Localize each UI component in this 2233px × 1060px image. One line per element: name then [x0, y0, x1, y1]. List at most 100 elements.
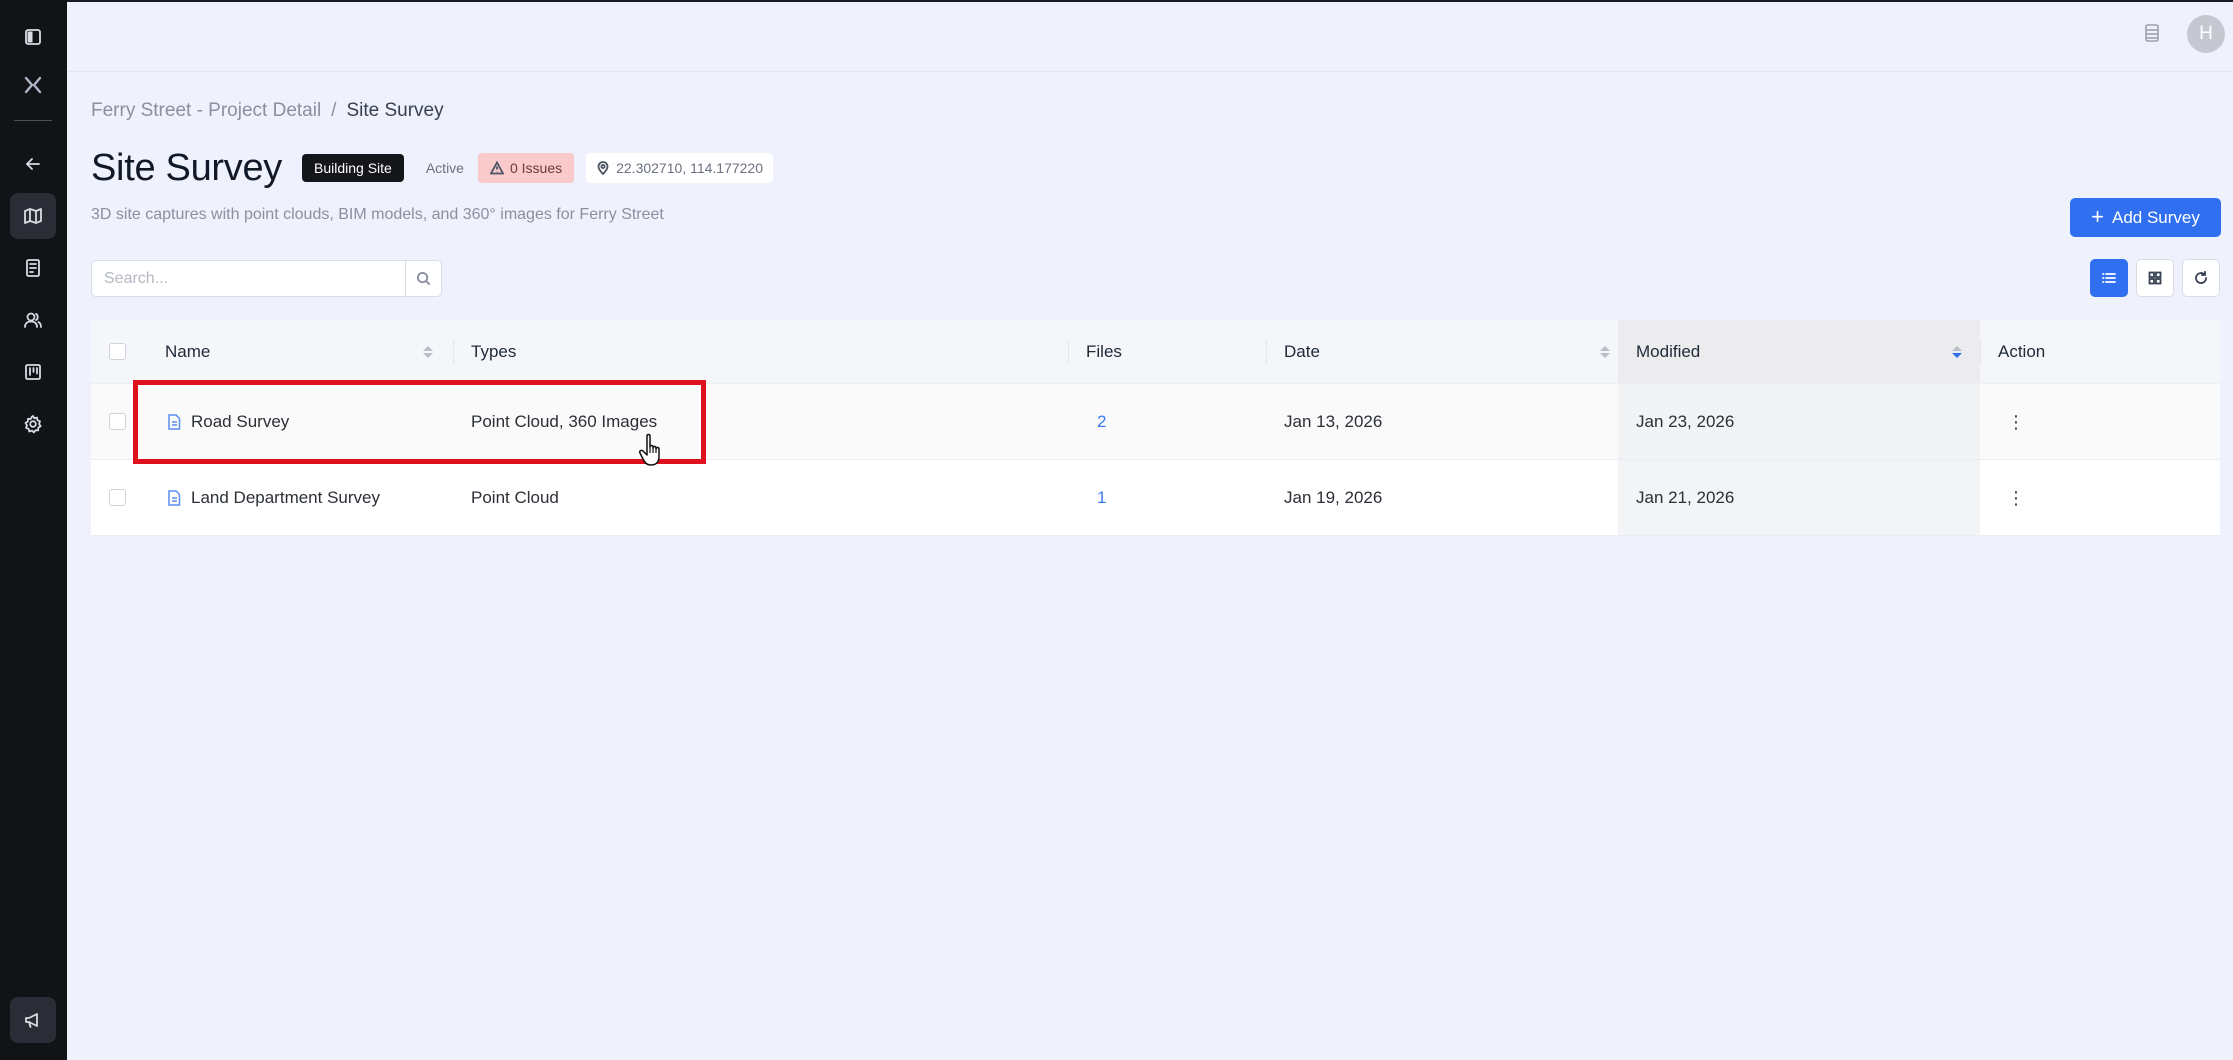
add-survey-button[interactable]: + Add Survey: [2070, 198, 2221, 237]
sidebar-item-board[interactable]: [10, 349, 56, 395]
back-arrow-icon: [26, 158, 40, 170]
row-types: Point Cloud: [471, 487, 559, 507]
row-types: Point Cloud, 360 Images: [471, 411, 658, 431]
column-header-date[interactable]: Date: [1284, 320, 1610, 383]
location-pin-icon: [597, 161, 609, 175]
sidebar-item-documents[interactable]: [10, 245, 56, 291]
refresh-button[interactable]: [2182, 259, 2220, 297]
grid-view-button[interactable]: [2136, 259, 2174, 297]
issues-count: 0 Issues: [509, 160, 563, 176]
page-title: Site Survey: [91, 146, 283, 189]
table-row[interactable]: Land Department Survey Point Cloud 1 Jan…: [91, 460, 2220, 536]
sidebar: [0, 0, 67, 1060]
search-icon: [416, 271, 431, 286]
row-files-cell: 2: [1097, 384, 1106, 459]
logo-icon: [24, 76, 42, 94]
table-row[interactable]: Road Survey Point Cloud, 360 Images 2 Ja…: [91, 384, 2220, 460]
avatar[interactable]: H: [2187, 15, 2225, 53]
column-divider: [453, 340, 454, 364]
row-date-cell: Jan 13, 2026: [1284, 384, 1382, 459]
column-header-files: Files: [1086, 320, 1122, 383]
search-button[interactable]: [405, 261, 441, 296]
add-survey-label: Add Survey: [2111, 207, 2200, 227]
document-icon: [26, 259, 40, 277]
row-modified: Jan 23, 2026: [1636, 411, 1735, 431]
row-modified-cell: Jan 21, 2026: [1618, 460, 1980, 535]
refresh-icon: [2195, 270, 2207, 284]
map-icon: [24, 208, 42, 224]
gear-icon: [24, 415, 42, 434]
row-date: Jan 19, 2026: [1284, 487, 1383, 507]
sidebar-toggle-icon: [25, 29, 41, 45]
grid-icon: [2148, 271, 2162, 285]
column-header-files-label: Files: [1086, 341, 1122, 361]
row-name-cell[interactable]: Road Survey: [167, 384, 289, 459]
column-header-date-label: Date: [1284, 341, 1320, 361]
breadcrumb: Ferry Street - Project Detail / Site Surve…: [91, 100, 444, 122]
row-files-link[interactable]: 1: [1097, 488, 1106, 508]
row-action-cell: ⋮: [2007, 460, 2025, 535]
select-all-checkbox[interactable]: [109, 343, 126, 360]
row-name[interactable]: Land Department Survey: [191, 488, 380, 508]
column-header-name[interactable]: Name: [165, 320, 443, 383]
row-action-cell: ⋮: [2007, 384, 2025, 459]
row-modified-cell: Jan 23, 2026: [1618, 384, 1980, 459]
notes-button[interactable]: [2141, 22, 2163, 44]
file-icon: [167, 413, 181, 430]
column-header-name-label: Name: [165, 341, 211, 361]
row-types-cell: Point Cloud: [471, 460, 559, 535]
select-all-cell: [109, 320, 126, 383]
breadcrumb-parent-link[interactable]: Ferry Street - Project Detail: [91, 100, 321, 121]
row-checkbox[interactable]: [109, 489, 126, 506]
column-divider: [1266, 340, 1267, 364]
plus-icon: +: [2091, 203, 2104, 229]
column-header-action-label: Action: [1998, 341, 2046, 361]
row-name[interactable]: Road Survey: [191, 412, 289, 432]
search-input[interactable]: [92, 261, 405, 296]
hand-cursor-icon: [639, 433, 660, 466]
category-badge: Building Site: [302, 154, 404, 182]
row-files-link[interactable]: 2: [1097, 412, 1106, 432]
column-header-modified[interactable]: Modified: [1618, 320, 1980, 383]
column-header-action: Action: [1998, 320, 2045, 383]
column-divider: [1068, 340, 1069, 364]
breadcrumb-separator: /: [331, 100, 337, 121]
back-button[interactable]: [10, 141, 56, 187]
status-badge: Active: [425, 160, 464, 176]
file-icon: [167, 489, 181, 506]
board-icon: [25, 364, 41, 380]
sidebar-item-map[interactable]: [10, 193, 56, 239]
row-date-cell: Jan 19, 2026: [1284, 460, 1382, 535]
list-view-button[interactable]: [2090, 259, 2128, 297]
table-header: Name Types Files Date Modified Action: [91, 320, 2220, 384]
list-icon: [2145, 24, 2159, 42]
column-header-types: Types: [471, 320, 516, 383]
issues-badge[interactable]: 0 Issues: [477, 153, 575, 183]
name-sort-icon[interactable]: [423, 345, 433, 358]
sidebar-toggle-button[interactable]: [10, 14, 56, 60]
column-divider: [1980, 340, 1981, 364]
coordinates-text: 22.302710, 114.177220: [616, 160, 763, 176]
users-icon: [24, 312, 42, 328]
coordinates-badge[interactable]: 22.302710, 114.177220: [586, 153, 773, 183]
row-files-cell: 1: [1097, 460, 1106, 535]
modified-sort-icon[interactable]: [1952, 345, 1962, 358]
surveys-table: Name Types Files Date Modified Action Ro…: [91, 320, 2220, 536]
warning-icon: [489, 161, 504, 175]
announcements-button[interactable]: [10, 997, 56, 1043]
row-actions-menu[interactable]: ⋮: [2007, 413, 2025, 431]
sidebar-item-users[interactable]: [10, 297, 56, 343]
row-checkbox[interactable]: [109, 413, 126, 430]
date-sort-icon[interactable]: [1600, 345, 1610, 358]
title-row: Site Survey Building Site Active 0 Issue…: [91, 142, 773, 194]
row-actions-menu[interactable]: ⋮: [2007, 489, 2025, 507]
sidebar-divider: [14, 120, 52, 121]
row-name-cell[interactable]: Land Department Survey: [167, 460, 380, 535]
app-logo[interactable]: [10, 62, 56, 108]
sidebar-item-settings[interactable]: [10, 401, 56, 447]
megaphone-icon: [25, 1013, 38, 1028]
page-subtitle: 3D site captures with point clouds, BIM …: [91, 206, 664, 223]
row-types-cell: Point Cloud, 360 Images: [471, 384, 657, 459]
row-modified: Jan 21, 2026: [1636, 487, 1735, 507]
column-header-types-label: Types: [471, 341, 517, 361]
